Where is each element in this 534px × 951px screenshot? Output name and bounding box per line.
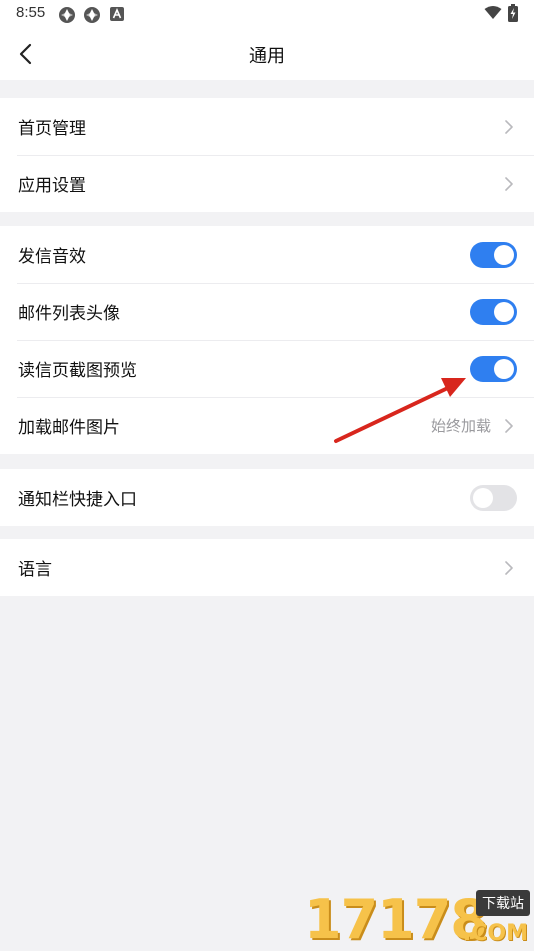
row-home-management[interactable]: 首页管理 [0, 98, 534, 155]
watermark-suffix: .COM [462, 921, 528, 946]
toggle-knob [473, 487, 493, 508]
row-load-images[interactable]: 加载邮件图片 始终加载 [0, 397, 534, 454]
toggle-knob [494, 244, 514, 265]
row-notification-shortcut: 通知栏快捷入口 [0, 469, 534, 526]
chevron-right-icon [505, 119, 513, 134]
settings-group-home: 首页管理 应用设置 [0, 98, 534, 212]
battery-charging-icon [508, 4, 518, 22]
status-bar: 8:55 [0, 0, 534, 28]
page-title: 通用 [249, 46, 285, 67]
a-icon [110, 7, 124, 21]
chevron-right-icon [505, 418, 513, 433]
row-label: 读信页截图预览 [18, 361, 137, 381]
watermark-tag: 下载站 [476, 890, 530, 916]
row-language[interactable]: 语言 [0, 539, 534, 596]
wifi-icon [484, 6, 502, 19]
toggle-knob [494, 358, 514, 379]
nav-bar: 通用 [0, 28, 534, 80]
settings-group-language: 语言 [0, 539, 534, 596]
toggle-knob [494, 301, 514, 322]
watermark-digits: 17178 [304, 888, 488, 951]
row-send-sound: 发信音效 [0, 226, 534, 283]
list-avatar-toggle[interactable] [470, 298, 517, 325]
app-notification-icon [84, 7, 100, 23]
row-list-avatar: 邮件列表头像 [0, 283, 534, 340]
row-screenshot-preview: 读信页截图预览 [0, 340, 534, 397]
row-label: 通知栏快捷入口 [18, 490, 137, 510]
row-value: 始终加载 [430, 417, 491, 435]
send-sound-toggle[interactable] [470, 241, 517, 268]
row-app-settings[interactable]: 应用设置 [0, 155, 534, 212]
settings-group-mail: 发信音效 邮件列表头像 读信页截图预览 加载邮件图片 始终加载 [0, 226, 534, 454]
screenshot-preview-toggle[interactable] [470, 355, 517, 382]
status-time: 8:55 [16, 4, 46, 21]
row-label: 应用设置 [18, 176, 86, 196]
app-notification-icon [59, 7, 75, 23]
watermark-logo: 17178 下载站 .COM [304, 888, 530, 948]
row-label: 语言 [18, 560, 52, 580]
row-label: 加载邮件图片 [18, 418, 120, 438]
chevron-right-icon [505, 176, 513, 191]
chevron-right-icon [505, 560, 513, 575]
notification-shortcut-toggle[interactable] [470, 484, 517, 511]
row-label: 首页管理 [18, 119, 86, 139]
settings-group-notification: 通知栏快捷入口 [0, 469, 534, 526]
row-label: 发信音效 [18, 247, 86, 267]
row-label: 邮件列表头像 [18, 304, 120, 324]
